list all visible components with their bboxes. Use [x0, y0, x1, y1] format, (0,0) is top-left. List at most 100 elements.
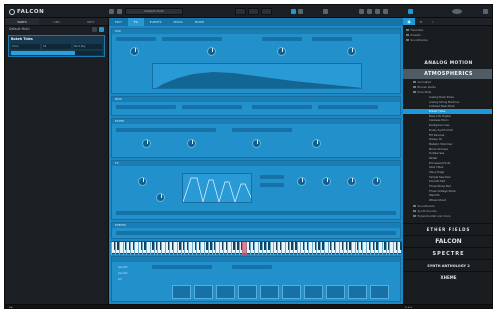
brand-falcon[interactable]: FALCON — [403, 234, 492, 247]
white-key[interactable] — [366, 242, 368, 255]
white-key[interactable] — [145, 242, 147, 255]
white-key[interactable] — [292, 242, 294, 255]
white-key[interactable] — [285, 242, 286, 255]
tab-parts[interactable]: PARTS — [5, 18, 40, 25]
white-key[interactable] — [257, 242, 259, 255]
white-key[interactable] — [157, 242, 159, 255]
white-key[interactable] — [281, 242, 283, 255]
white-key[interactable] — [169, 242, 170, 255]
tab-mixer[interactable]: MIXER — [189, 18, 211, 26]
arp-step[interactable] — [370, 285, 389, 299]
white-key[interactable] — [269, 242, 271, 255]
white-key[interactable] — [165, 242, 167, 255]
arp-step[interactable] — [348, 285, 367, 299]
white-key[interactable] — [381, 242, 383, 255]
fx-knob-3[interactable] — [347, 177, 356, 186]
root-key-field[interactable]: Root Key — [73, 44, 102, 49]
white-key[interactable] — [118, 242, 120, 255]
osc-slot-4[interactable] — [312, 37, 352, 41]
white-key[interactable] — [138, 242, 140, 255]
white-key[interactable] — [312, 242, 314, 255]
fx-knob-1[interactable] — [297, 177, 306, 186]
midi-channel-field[interactable]: Omni — [11, 44, 40, 49]
prev-icon[interactable] — [117, 9, 122, 14]
browser-tab-folder-icon[interactable]: ▣ — [403, 18, 415, 25]
filter-env-knob[interactable] — [312, 139, 321, 148]
osc-knob-2[interactable] — [207, 47, 216, 56]
mod-slot-2[interactable] — [182, 105, 242, 109]
fx-slot-2[interactable] — [260, 183, 284, 187]
white-key[interactable] — [196, 242, 198, 255]
white-key[interactable] — [346, 242, 348, 255]
tab-edit[interactable]: EDIT — [109, 18, 128, 26]
gear-icon[interactable] — [483, 9, 488, 14]
white-key[interactable] — [335, 242, 337, 255]
white-key[interactable] — [354, 242, 356, 255]
options-icon[interactable] — [92, 27, 97, 32]
keyrange-field[interactable]: All — [42, 44, 71, 49]
tab-info[interactable]: INFO — [74, 18, 108, 25]
brand-ether-fields[interactable]: ETHER FIELDS — [403, 222, 492, 235]
white-key[interactable] — [192, 242, 194, 255]
white-key[interactable] — [397, 242, 399, 255]
white-key[interactable] — [211, 242, 213, 255]
white-key[interactable] — [319, 242, 321, 255]
white-key[interactable] — [362, 242, 364, 255]
osc-slot-1[interactable] — [116, 37, 156, 41]
browser-tab-list-icon[interactable]: ≡ — [415, 18, 427, 25]
white-key[interactable] — [277, 242, 279, 255]
white-key[interactable] — [130, 242, 132, 255]
arp-field-2[interactable]: Ca Oct — [118, 271, 127, 275]
arp-step[interactable] — [304, 285, 323, 299]
arp-step[interactable] — [216, 285, 235, 299]
multi-selector[interactable]: Default Multi — [125, 8, 183, 15]
white-key[interactable] — [273, 242, 275, 255]
white-key[interactable] — [203, 242, 205, 255]
white-key[interactable] — [393, 242, 395, 255]
osc-slot-3[interactable] — [262, 37, 302, 41]
white-key[interactable] — [343, 242, 344, 255]
white-key[interactable] — [114, 242, 116, 255]
mode-button-2[interactable] — [248, 8, 259, 15]
tab-fx[interactable]: FX — [127, 18, 144, 26]
fx-slot-1[interactable] — [260, 175, 284, 179]
part-row[interactable]: Default Multi — [5, 26, 108, 33]
white-key[interactable] — [377, 242, 379, 255]
keyboard-icon[interactable] — [375, 9, 380, 14]
white-key[interactable] — [141, 242, 143, 255]
white-key[interactable] — [385, 242, 387, 255]
mod-slot-1[interactable] — [116, 105, 176, 109]
white-key[interactable] — [261, 242, 263, 255]
white-key[interactable] — [296, 242, 298, 255]
white-key[interactable] — [227, 242, 228, 255]
filter-type-select[interactable] — [116, 128, 216, 132]
arp-field-1[interactable]: Aa Oct — [118, 265, 127, 269]
arp-step[interactable] — [194, 285, 213, 299]
arp-step[interactable] — [260, 285, 279, 299]
piano-keyboard[interactable] — [111, 241, 402, 255]
white-key[interactable] — [373, 242, 375, 255]
browser-icon[interactable] — [408, 9, 413, 14]
white-key[interactable] — [199, 242, 201, 255]
white-key[interactable] — [254, 242, 256, 255]
white-key[interactable] — [308, 242, 310, 255]
tab-libs[interactable]: LIBS — [39, 18, 73, 25]
white-key[interactable] — [234, 242, 236, 255]
white-key[interactable] — [126, 242, 128, 255]
program-slot[interactable]: Bokeh Tides Omni All Root Key — [8, 35, 105, 57]
brand-synth-anthology[interactable]: SYNTH ANTHOLOGY 2 — [403, 258, 492, 271]
white-key[interactable] — [219, 242, 221, 255]
white-key[interactable] — [161, 242, 163, 255]
osc-knob-4[interactable] — [347, 47, 356, 56]
env-knob-2[interactable] — [156, 193, 165, 202]
mode-button-1[interactable] — [235, 8, 246, 15]
white-key[interactable] — [176, 242, 178, 255]
arp-mode-select[interactable] — [152, 265, 212, 269]
white-key[interactable] — [265, 242, 267, 255]
settings-icon[interactable] — [383, 9, 388, 14]
drive-knob[interactable] — [252, 139, 261, 148]
white-key[interactable] — [149, 242, 151, 255]
tab-mods[interactable]: MODS — [168, 18, 189, 26]
white-key[interactable] — [188, 242, 190, 255]
osc-knob-1[interactable] — [130, 47, 139, 56]
